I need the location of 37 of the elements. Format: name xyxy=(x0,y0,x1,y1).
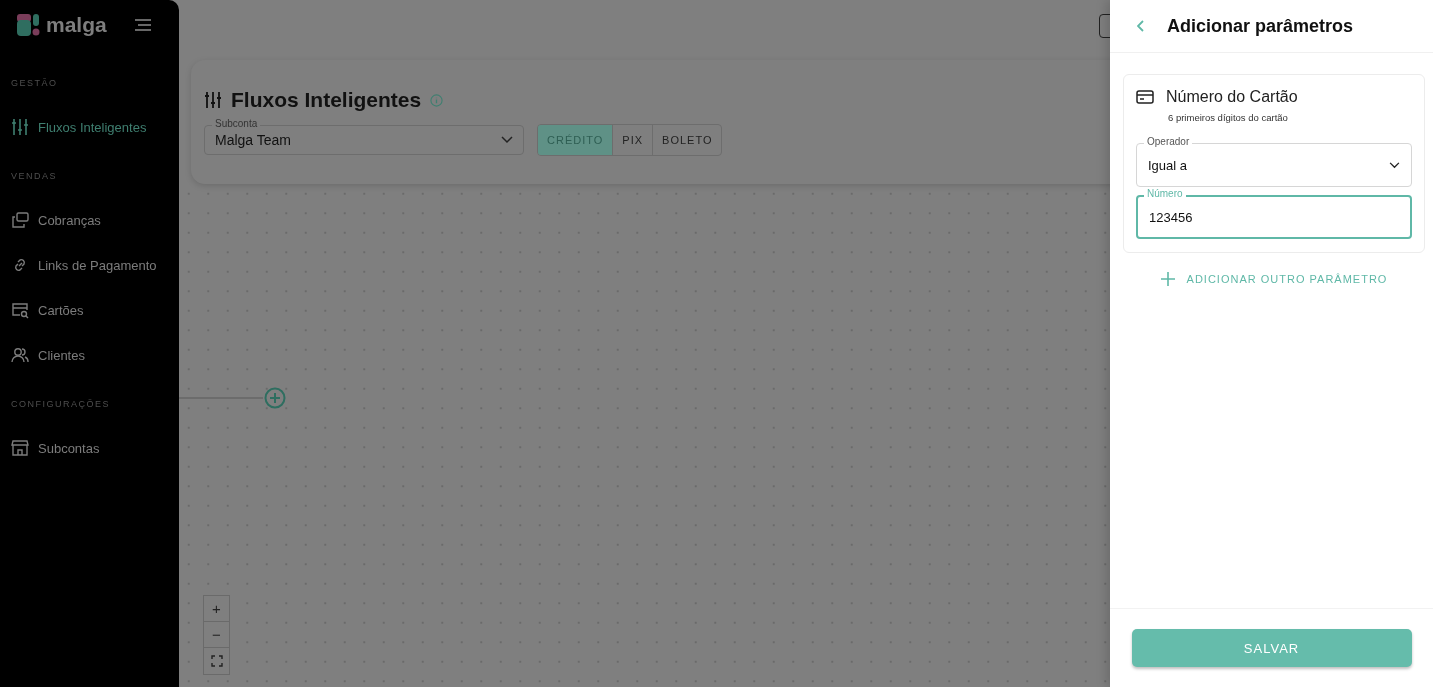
page-title: Fluxos Inteligentes xyxy=(231,88,422,112)
nav-item[interactable]: Subcontas xyxy=(11,433,179,463)
cards-icon xyxy=(11,211,29,229)
sliders-icon xyxy=(204,91,222,109)
chevron-down-icon xyxy=(1389,161,1400,169)
add-node-icon[interactable] xyxy=(264,387,286,409)
drawer-title: Adicionar parâmetros xyxy=(1167,15,1354,37)
nav-item[interactable]: Fluxos Inteligentes xyxy=(11,112,179,142)
users-icon xyxy=(11,346,29,364)
logo-icon xyxy=(16,13,40,37)
zoom-out-button[interactable]: − xyxy=(204,622,229,648)
credit-card-icon xyxy=(1136,90,1154,104)
field-label: Operador xyxy=(1144,136,1193,148)
field-label: Número xyxy=(1144,188,1186,200)
card-search-icon xyxy=(11,301,29,319)
back-icon[interactable] xyxy=(1137,20,1145,32)
nav-item[interactable]: Cobranças xyxy=(11,205,179,235)
nav-item[interactable]: Cartões xyxy=(11,295,179,325)
field-label: Subconta xyxy=(212,118,261,130)
logo-text: malga xyxy=(46,13,107,37)
nav-item[interactable]: Links de Pagamento xyxy=(11,250,179,280)
add-parameter-button[interactable]: ADICIONAR OUTRO PARÂMETRO xyxy=(1154,271,1394,287)
store-icon xyxy=(11,439,29,457)
chevron-down-icon xyxy=(501,136,513,144)
parameter-description: 6 primeiros dígitos do cartão xyxy=(1168,112,1289,123)
info-icon[interactable] xyxy=(430,93,444,107)
parameter-title: Número do Cartão xyxy=(1166,88,1298,106)
plus-icon xyxy=(1160,272,1175,286)
section-heading: VENDAS xyxy=(11,171,58,181)
payment-tab[interactable]: BOLETO xyxy=(652,125,722,155)
payment-tab[interactable]: PIX xyxy=(612,125,653,155)
section-heading: GESTÃO xyxy=(11,78,59,88)
section-heading: CONFIGURAÇÕES xyxy=(11,399,111,409)
nav-item[interactable]: Clientes xyxy=(11,340,179,370)
sliders-icon xyxy=(11,118,29,136)
fit-view-icon xyxy=(210,655,223,667)
menu-icon[interactable] xyxy=(134,18,152,32)
